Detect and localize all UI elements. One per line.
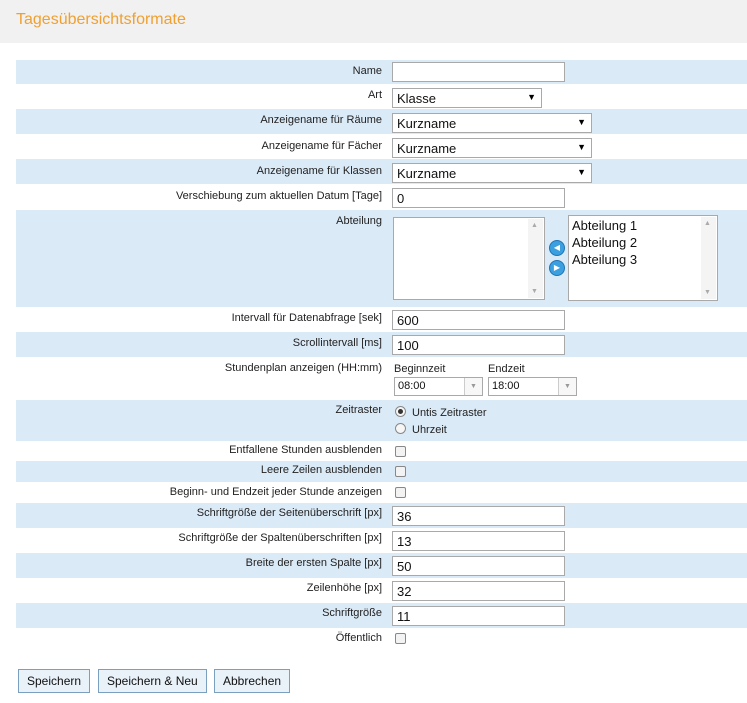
radio-uhrzeit[interactable] <box>395 423 406 434</box>
row-klassen: Anzeigename für Klassen Kurzname ▼ <box>16 159 747 184</box>
end-time-value: 18:00 <box>492 380 520 392</box>
list-item[interactable]: Abteilung 1 <box>569 217 717 234</box>
caret-down-icon: ▼ <box>558 378 576 395</box>
caret-down-icon: ▼ <box>577 117 586 127</box>
schriftgroesse-input[interactable] <box>392 606 565 626</box>
scroll-down-icon: ▼ <box>704 289 711 296</box>
klassen-select[interactable]: Kurzname ▼ <box>392 163 592 183</box>
row-name: Name <box>16 60 747 84</box>
scrollbar[interactable]: ▲ ▼ <box>701 217 716 299</box>
row-abteilung: Abteilung ▲ ▼ ◀ ▶ Abteilung 1 Abteilung … <box>16 210 747 307</box>
entfallene-checkbox[interactable] <box>395 446 406 457</box>
begin-time-label: Beginnzeit <box>394 363 446 375</box>
radio-uhrzeit-label: Uhrzeit <box>412 424 447 436</box>
begin-time-value: 08:00 <box>398 380 426 392</box>
row-stundenplan: Stundenplan anzeigen (HH:mm) Beginnzeit … <box>16 357 747 400</box>
row-schrift-seite: Schriftgröße der Seitenüberschrift [px] <box>16 503 747 528</box>
cancel-button[interactable]: Abbrechen <box>214 669 291 693</box>
row-oeffentlich: Öffentlich <box>16 628 747 649</box>
row-entfallene: Entfallene Stunden ausblenden <box>16 441 747 461</box>
row-schriftgroesse: Schriftgröße <box>16 603 747 628</box>
breite-label: Breite der ersten Spalte [px] <box>245 557 382 569</box>
row-intervall: Intervall für Datenabfrage [sek] <box>16 307 747 332</box>
intervall-label: Intervall für Datenabfrage [sek] <box>231 312 382 324</box>
scrollintervall-input[interactable] <box>392 335 565 355</box>
name-label: Name <box>352 65 382 77</box>
begin-time-select[interactable]: 08:00 ▼ <box>394 377 483 396</box>
art-select-value: Klasse <box>397 91 437 106</box>
klassen-label: Anzeigename für Klassen <box>256 165 382 177</box>
raeume-select-value: Kurzname <box>397 116 457 131</box>
faecher-label: Anzeigename für Fächer <box>261 140 382 152</box>
row-raeume: Anzeigename für Räume Kurzname ▼ <box>16 109 747 134</box>
schrift-spalte-input[interactable] <box>392 531 565 551</box>
schrift-seite-label: Schriftgröße der Seitenüberschrift [px] <box>196 507 382 519</box>
caret-down-icon: ▼ <box>577 167 586 177</box>
row-beginn-endzeit: Beginn- und Endzeit jeder Stunde anzeige… <box>16 482 747 503</box>
klassen-select-value: Kurzname <box>397 166 457 181</box>
schrift-spalte-label: Schriftgröße der Spaltenüberschriften [p… <box>178 532 382 544</box>
schrift-seite-input[interactable] <box>392 506 565 526</box>
move-left-button[interactable]: ◀ <box>549 240 565 256</box>
verschiebung-input[interactable] <box>392 188 565 208</box>
list-item[interactable]: Abteilung 2 <box>569 234 717 251</box>
abteilung-label: Abteilung <box>336 215 382 227</box>
oeffentlich-checkbox[interactable] <box>395 633 406 644</box>
row-zeitraster: Zeitraster Untis Zeitraster Uhrzeit <box>16 400 747 441</box>
caret-down-icon: ▼ <box>464 378 482 395</box>
move-right-button[interactable]: ▶ <box>549 260 565 276</box>
scrollintervall-label: Scrollintervall [ms] <box>292 337 382 349</box>
zeilenhoehe-input[interactable] <box>392 581 565 601</box>
leere-checkbox[interactable] <box>395 466 406 477</box>
end-time-select[interactable]: 18:00 ▼ <box>488 377 577 396</box>
arrow-left-icon: ◀ <box>553 243 561 252</box>
radio-untis-zeitraster[interactable] <box>395 406 406 417</box>
abteilung-available-list[interactable]: Abteilung 1 Abteilung 2 Abteilung 3 ▲ ▼ <box>568 215 718 301</box>
zeitraster-label: Zeitraster <box>335 404 382 416</box>
save-button[interactable]: Speichern <box>18 669 91 693</box>
raeume-select[interactable]: Kurzname ▼ <box>392 113 592 133</box>
art-select[interactable]: Klasse ▼ <box>392 88 542 108</box>
row-breite: Breite der ersten Spalte [px] <box>16 553 747 578</box>
name-input[interactable] <box>392 62 565 82</box>
row-leere: Leere Zeilen ausblenden <box>16 461 747 482</box>
row-schrift-spalte: Schriftgröße der Spaltenüberschriften [p… <box>16 528 747 553</box>
radio-untis-zeitraster-label: Untis Zeitraster <box>412 407 487 419</box>
list-item[interactable]: Abteilung 3 <box>569 251 717 268</box>
entfallene-label: Entfallene Stunden ausblenden <box>229 444 382 456</box>
oeffentlich-label: Öffentlich <box>335 632 382 644</box>
row-art: Art Klasse ▼ <box>16 84 747 109</box>
save-new-button[interactable]: Speichern & Neu <box>98 669 207 693</box>
stundenplan-label: Stundenplan anzeigen (HH:mm) <box>224 362 382 374</box>
caret-down-icon: ▼ <box>527 92 536 102</box>
abteilung-selected-list[interactable]: ▲ ▼ <box>393 217 545 300</box>
row-faecher: Anzeigename für Fächer Kurzname ▼ <box>16 134 747 159</box>
faecher-select-value: Kurzname <box>397 141 457 156</box>
scroll-up-icon: ▲ <box>531 222 538 229</box>
breite-input[interactable] <box>392 556 565 576</box>
art-label: Art <box>367 89 382 101</box>
row-zeilenhoehe: Zeilenhöhe [px] <box>16 578 747 603</box>
arrow-right-icon: ▶ <box>553 263 561 272</box>
caret-down-icon: ▼ <box>577 142 586 152</box>
raeume-label: Anzeigename für Räume <box>260 114 382 126</box>
row-verschiebung: Verschiebung zum aktuellen Datum [Tage] <box>16 184 747 210</box>
row-scrollintervall: Scrollintervall [ms] <box>16 332 747 357</box>
zeilenhoehe-label: Zeilenhöhe [px] <box>306 582 382 594</box>
scroll-up-icon: ▲ <box>704 220 711 227</box>
page-title: Tagesübersichtsformate <box>16 11 186 28</box>
beginn-endzeit-checkbox[interactable] <box>395 487 406 498</box>
beginn-endzeit-label: Beginn- und Endzeit jeder Stunde anzeige… <box>169 486 382 498</box>
leere-label: Leere Zeilen ausblenden <box>260 464 382 476</box>
scrollbar[interactable]: ▲ ▼ <box>528 219 543 298</box>
verschiebung-label: Verschiebung zum aktuellen Datum [Tage] <box>175 190 382 202</box>
page-header: Tagesübersichtsformate <box>0 0 747 43</box>
end-time-label: Endzeit <box>488 363 525 375</box>
scroll-down-icon: ▼ <box>531 288 538 295</box>
intervall-input[interactable] <box>392 310 565 330</box>
schriftgroesse-label: Schriftgröße <box>322 607 382 619</box>
faecher-select[interactable]: Kurzname ▼ <box>392 138 592 158</box>
